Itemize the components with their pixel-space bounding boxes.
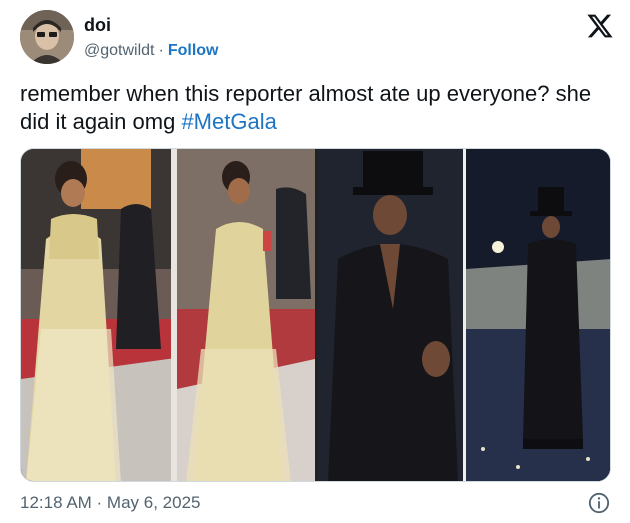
photo-gold-gown[interactable] (21, 149, 315, 481)
tweet-footer: 12:18 AM · May 6, 2025 (20, 492, 612, 516)
author-names: doi @gotwildt · Follow (84, 14, 218, 61)
tweet-header: doi @gotwildt · Follow (20, 10, 616, 66)
handle[interactable]: @gotwildt (84, 42, 155, 59)
tweet-text: remember when this reporter almost ate u… (20, 80, 610, 136)
info-icon[interactable] (588, 492, 610, 514)
tweet-body: remember when this reporter almost ate u… (20, 81, 592, 134)
display-name[interactable]: doi (84, 14, 218, 36)
timestamp[interactable]: 12:18 AM · May 6, 2025 (20, 493, 201, 512)
x-logo-icon[interactable] (586, 12, 614, 40)
avatar-image (20, 10, 74, 64)
avatar[interactable] (20, 10, 74, 64)
separator: · (158, 42, 164, 59)
handle-row: @gotwildt · Follow (84, 41, 218, 61)
media-grid (20, 148, 611, 482)
tweet-card: doi @gotwildt · Follow remember when this … (0, 0, 630, 523)
photo-black-suit-top-hat[interactable] (318, 149, 610, 481)
hashtag-link[interactable]: #MetGala (181, 109, 276, 134)
follow-button[interactable]: Follow (168, 42, 219, 59)
